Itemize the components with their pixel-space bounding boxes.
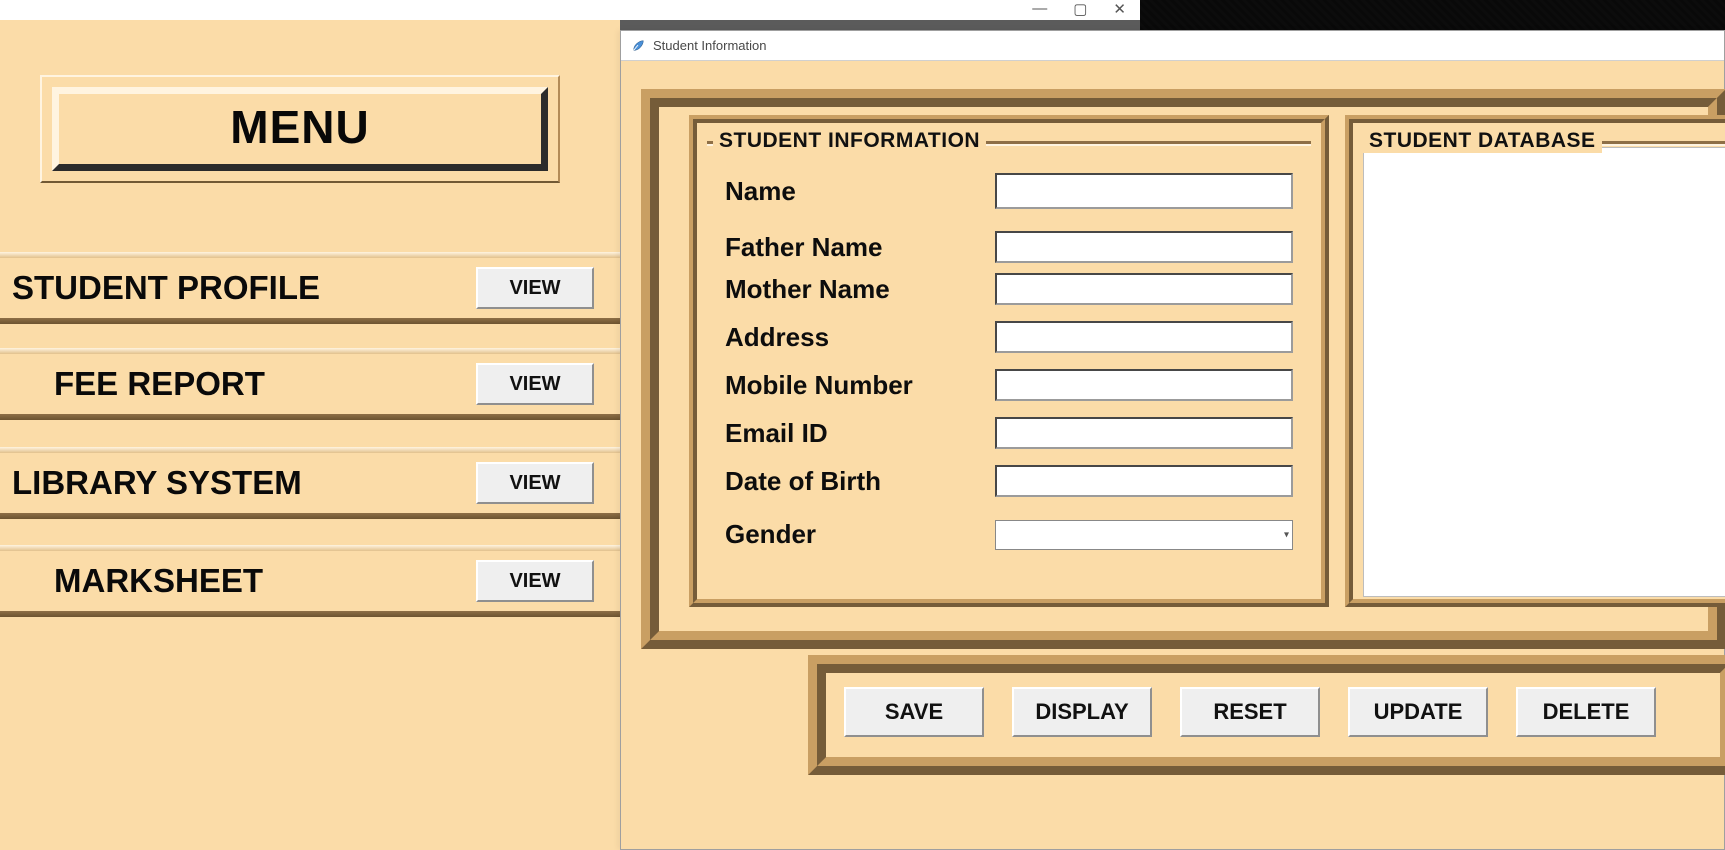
field-address: Address <box>725 321 1305 353</box>
label-name: Name <box>725 176 995 207</box>
reset-button[interactable]: RESET <box>1180 687 1320 737</box>
database-listbox[interactable] <box>1363 147 1725 597</box>
menu-item-label: FEE REPORT <box>0 365 265 403</box>
background-window-titlebar <box>0 0 1140 20</box>
view-button-student-profile[interactable]: VIEW <box>476 267 594 309</box>
field-mother-name: Mother Name <box>725 273 1305 305</box>
desktop-texture <box>1140 0 1725 30</box>
menu-item-student-profile: STUDENT PROFILE VIEW <box>0 252 620 324</box>
menu-item-library-system: LIBRARY SYSTEM VIEW <box>0 447 620 519</box>
menu-item-label: STUDENT PROFILE <box>0 269 320 307</box>
input-email[interactable] <box>995 417 1293 449</box>
action-button-bar: SAVE DISPLAY RESET UPDATE DELETE <box>808 655 1725 775</box>
form-outer-frame: STUDENT INFORMATION Name Father Name Mot… <box>641 89 1725 649</box>
label-address: Address <box>725 322 995 353</box>
background-window-controls: — ▢ ✕ <box>980 0 1140 20</box>
label-mobile: Mobile Number <box>725 370 995 401</box>
label-father-name: Father Name <box>725 232 995 263</box>
main-menu-window: MENU STUDENT PROFILE VIEW FEE REPORT VIE… <box>0 20 620 850</box>
app-icon <box>631 39 645 53</box>
fieldset-legend: STUDENT INFORMATION <box>713 129 986 153</box>
delete-button[interactable]: DELETE <box>1516 687 1656 737</box>
menu-item-marksheet: MARKSHEET VIEW <box>0 545 620 617</box>
view-button-fee-report[interactable]: VIEW <box>476 363 594 405</box>
window-titlebar: Student Information <box>621 31 1724 61</box>
window-title: Student Information <box>653 38 766 53</box>
field-father-name: Father Name <box>725 231 1305 263</box>
display-button[interactable]: DISPLAY <box>1012 687 1152 737</box>
field-email: Email ID <box>725 417 1305 449</box>
maximize-icon[interactable]: ▢ <box>1073 0 1087 18</box>
field-name: Name <box>725 173 1305 209</box>
view-button-marksheet[interactable]: VIEW <box>476 560 594 602</box>
input-name[interactable] <box>995 173 1293 209</box>
select-gender[interactable]: ▾ <box>995 520 1293 550</box>
view-button-library-system[interactable]: VIEW <box>476 462 594 504</box>
menu-item-fee-report: FEE REPORT VIEW <box>0 348 620 420</box>
label-email: Email ID <box>725 418 995 449</box>
menu-title: MENU <box>52 87 548 171</box>
menu-title-frame: MENU <box>40 75 560 183</box>
student-database-fieldset: STUDENT DATABASE <box>1345 115 1725 607</box>
student-info-fieldset: STUDENT INFORMATION Name Father Name Mot… <box>689 115 1329 607</box>
chevron-down-icon: ▾ <box>1284 529 1289 540</box>
update-button[interactable]: UPDATE <box>1348 687 1488 737</box>
input-father-name[interactable] <box>995 231 1293 263</box>
label-mother-name: Mother Name <box>725 274 995 305</box>
field-dob: Date of Birth <box>725 465 1305 497</box>
input-address[interactable] <box>995 321 1293 353</box>
close-icon[interactable]: ✕ <box>1113 0 1126 18</box>
label-gender: Gender <box>725 519 995 550</box>
menu-item-label: LIBRARY SYSTEM <box>0 464 302 502</box>
field-gender: Gender ▾ <box>725 519 1305 550</box>
input-dob[interactable] <box>995 465 1293 497</box>
menu-item-label: MARKSHEET <box>0 562 263 600</box>
input-mother-name[interactable] <box>995 273 1293 305</box>
database-legend: STUDENT DATABASE <box>1363 129 1602 153</box>
minimize-icon[interactable]: — <box>1032 0 1047 17</box>
field-mobile: Mobile Number <box>725 369 1305 401</box>
input-mobile[interactable] <box>995 369 1293 401</box>
save-button[interactable]: SAVE <box>844 687 984 737</box>
label-dob: Date of Birth <box>725 466 995 497</box>
